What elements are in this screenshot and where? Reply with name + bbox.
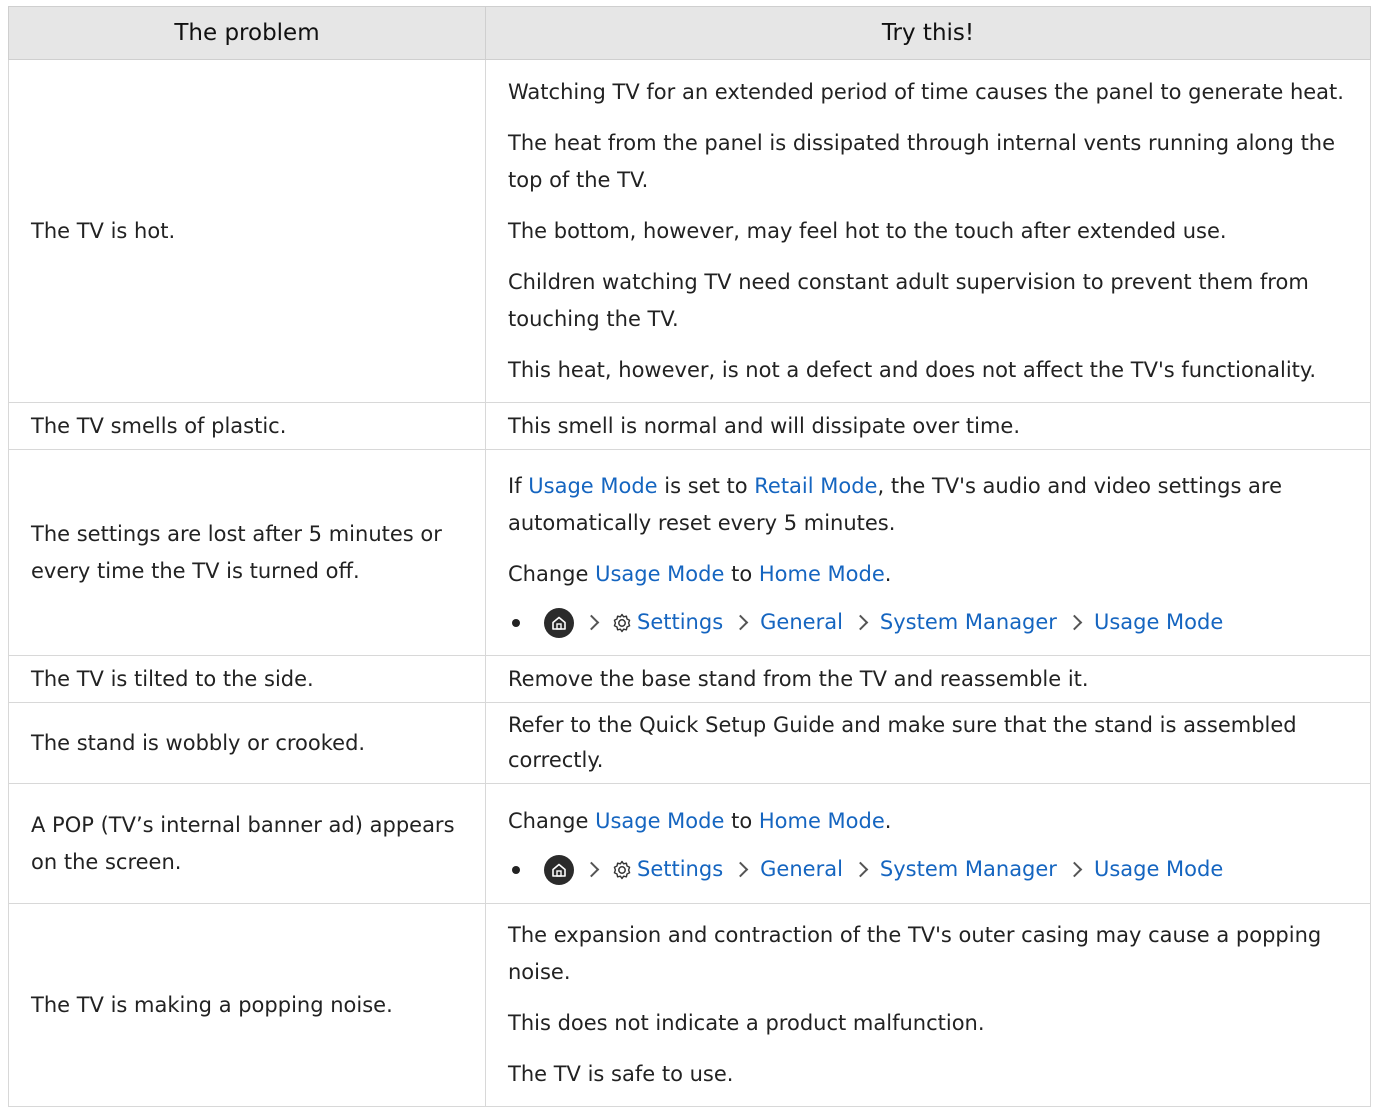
solution-text: Change Usage Mode to Home Mode.: [508, 556, 1350, 593]
solution-text: The bottom, however, may feel hot to the…: [508, 218, 1227, 243]
system-manager-link[interactable]: System Manager: [880, 604, 1057, 641]
bullet: [512, 618, 520, 627]
problem-cell: The settings are lost after 5 minutes or…: [8, 449, 486, 656]
usage-mode-link[interactable]: Usage Mode: [595, 562, 724, 586]
usage-mode-link[interactable]: Usage Mode: [1094, 851, 1223, 888]
text-run: .: [884, 808, 892, 833]
usage-mode-link[interactable]: Usage Mode: [1094, 604, 1223, 641]
table-row: The settings are lost after 5 minutes or…: [8, 449, 1371, 656]
bullet: [512, 865, 520, 874]
home-icon[interactable]: [544, 854, 574, 885]
general-link[interactable]: General: [760, 604, 843, 641]
usage-mode-link[interactable]: Usage Mode: [595, 809, 724, 833]
problem-cell: The TV is making a popping noise.: [8, 903, 486, 1107]
chevron-right-icon: [852, 861, 869, 878]
home-icon[interactable]: [544, 607, 574, 638]
settings-link[interactable]: Settings: [637, 604, 723, 641]
solution-text: Change Usage Mode to Home Mode.: [508, 803, 1350, 840]
problem-cell: The TV is tilted to the side.: [8, 655, 486, 703]
text-run: Change: [508, 561, 596, 586]
solution-text: The TV is safe to use.: [508, 1062, 734, 1086]
solution-cell: If Usage Mode is set to Retail Mode, the…: [485, 449, 1371, 656]
problem-cell: A POP (TV’s internal banner ad) appears …: [8, 783, 486, 904]
table-row: A POP (TV’s internal banner ad) appears …: [8, 783, 1371, 904]
table-header-row: The problem Try this!: [8, 6, 1371, 60]
chevron-right-icon: [852, 614, 869, 631]
retail-mode-link[interactable]: Retail Mode: [754, 474, 877, 498]
problem-cell: The stand is wobbly or crooked.: [8, 702, 486, 784]
solution-cell: The expansion and contraction of the TV'…: [485, 903, 1371, 1107]
gear-icon: [611, 859, 633, 881]
chevron-right-icon: [583, 614, 600, 631]
text-run: Change: [508, 808, 596, 833]
solution-text: This does not indicate a product malfunc…: [508, 1011, 985, 1035]
menu-path: Settings General System Manager Usage Mo…: [508, 850, 1350, 890]
table-row: The TV is making a popping noise. The ex…: [8, 903, 1371, 1107]
solution-text: The expansion and contraction of the TV'…: [508, 923, 1322, 984]
solution-cell: Refer to the Quick Setup Guide and make …: [485, 702, 1371, 784]
solution-text: Children watching TV need constant adult…: [508, 269, 1309, 331]
header-try-this: Try this!: [485, 6, 1371, 60]
gear-icon: [611, 612, 633, 634]
solution-cell: This smell is normal and will dissipate …: [485, 402, 1371, 450]
settings-link[interactable]: Settings: [637, 851, 723, 888]
problem-cell: The TV is hot.: [8, 59, 486, 403]
menu-path: Settings General System Manager Usage Mo…: [508, 603, 1350, 643]
table-row: The TV is hot. Watching TV for an extend…: [8, 59, 1371, 403]
home-mode-link[interactable]: Home Mode: [759, 809, 885, 833]
solution-cell: Change Usage Mode to Home Mode. Settings…: [485, 783, 1371, 904]
text-run: to: [724, 561, 759, 586]
troubleshooting-table: The problem Try this! The TV is hot. Wat…: [8, 6, 1371, 1107]
table-row: The TV is tilted to the side. Remove the…: [8, 655, 1371, 703]
chevron-right-icon: [1066, 861, 1083, 878]
chevron-right-icon: [732, 614, 749, 631]
text-run: is set to: [657, 473, 755, 498]
general-link[interactable]: General: [760, 851, 843, 888]
table-row: The stand is wobbly or crooked. Refer to…: [8, 702, 1371, 784]
solution-text: The heat from the panel is dissipated th…: [508, 130, 1336, 192]
solution-text: This heat, however, is not a defect and …: [508, 357, 1316, 382]
solution-text: If Usage Mode is set to Retail Mode, the…: [508, 468, 1350, 542]
text-run: to: [724, 808, 759, 833]
chevron-right-icon: [583, 861, 600, 878]
chevron-right-icon: [732, 861, 749, 878]
chevron-right-icon: [1066, 614, 1083, 631]
text-run: .: [884, 561, 892, 586]
text-run: If: [508, 473, 529, 498]
header-problem: The problem: [8, 6, 486, 60]
solution-cell: Watching TV for an extended period of ti…: [485, 59, 1371, 403]
usage-mode-link[interactable]: Usage Mode: [528, 474, 657, 498]
problem-cell: The TV smells of plastic.: [8, 402, 486, 450]
home-mode-link[interactable]: Home Mode: [759, 562, 885, 586]
solution-cell: Remove the base stand from the TV and re…: [485, 655, 1371, 703]
system-manager-link[interactable]: System Manager: [880, 851, 1057, 888]
table-row: The TV smells of plastic. This smell is …: [8, 402, 1371, 450]
solution-text: Watching TV for an extended period of ti…: [508, 79, 1344, 104]
